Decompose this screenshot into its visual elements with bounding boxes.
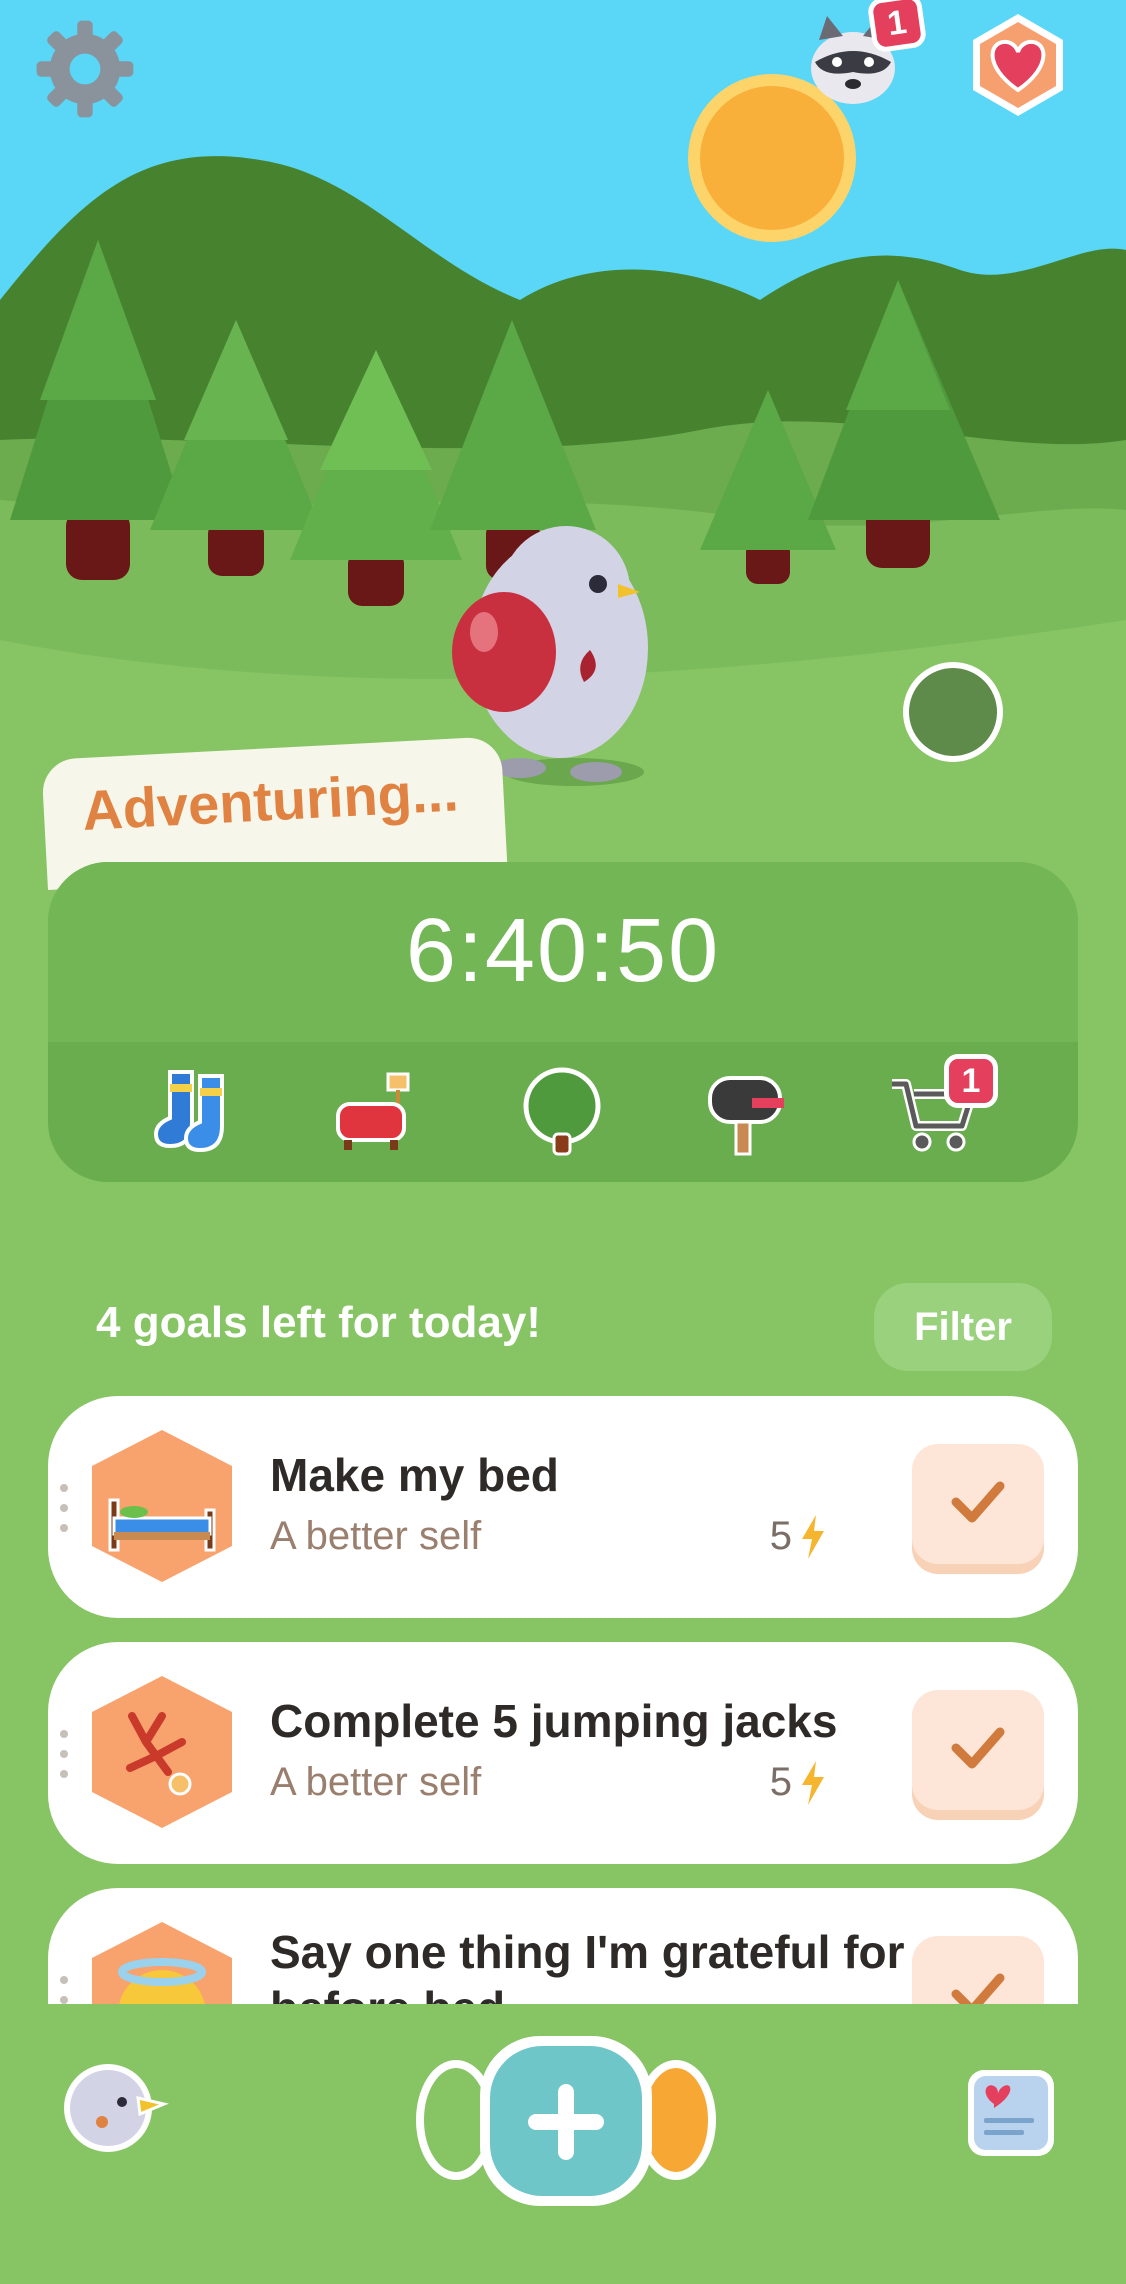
adventure-timer-panel: 6:40:50 1 xyxy=(48,862,1078,1182)
goal-points-value: 5 xyxy=(769,1760,792,1804)
bird-avatar-icon[interactable] xyxy=(60,2060,170,2156)
jumping-person-icon xyxy=(92,1676,232,1828)
raccoon-notification-badge: 1 xyxy=(866,0,928,54)
checkmark-icon xyxy=(951,1727,1005,1768)
bed-icon xyxy=(92,1430,232,1582)
drag-handle-icon[interactable] xyxy=(60,1484,70,1532)
goal-category: A better self xyxy=(270,1760,482,1804)
lightning-icon xyxy=(802,1514,824,1559)
complete-goal-button[interactable] xyxy=(912,1690,1044,1810)
goal-card[interactable]: Make my bed A better self 5 xyxy=(48,1396,1078,1618)
drag-handle-icon[interactable] xyxy=(60,1730,70,1778)
journal-icon[interactable] xyxy=(964,2066,1058,2160)
goal-points: 5 xyxy=(770,1514,828,1559)
mailbox-icon[interactable] xyxy=(700,1064,796,1160)
scene-action-button[interactable] xyxy=(903,662,1003,762)
gear-icon[interactable] xyxy=(30,14,140,124)
goal-title: Make my bed xyxy=(270,1449,559,1501)
add-goal-button[interactable] xyxy=(416,2030,716,2216)
goal-card[interactable]: Complete 5 jumping jacks A better self 5 xyxy=(48,1642,1078,1864)
socks-icon[interactable] xyxy=(148,1064,244,1160)
goal-points-value: 5 xyxy=(769,1514,792,1558)
heart-icon[interactable] xyxy=(963,10,1073,120)
sofa-icon[interactable] xyxy=(328,1064,424,1160)
goal-points: 5 xyxy=(770,1760,828,1805)
lightning-icon xyxy=(802,1760,824,1805)
filter-button[interactable]: Filter xyxy=(874,1283,1052,1371)
goal-category: A better self xyxy=(270,1514,482,1558)
cart-notification-badge: 1 xyxy=(944,1054,998,1108)
complete-goal-button[interactable] xyxy=(912,1444,1044,1564)
checkmark-icon xyxy=(951,1481,1005,1522)
goals-summary: 4 goals left for today! xyxy=(96,1298,541,1347)
tree-icon[interactable] xyxy=(514,1064,610,1160)
adventure-timer: 6:40:50 xyxy=(405,901,721,1001)
goal-title: Complete 5 jumping jacks xyxy=(270,1695,838,1747)
